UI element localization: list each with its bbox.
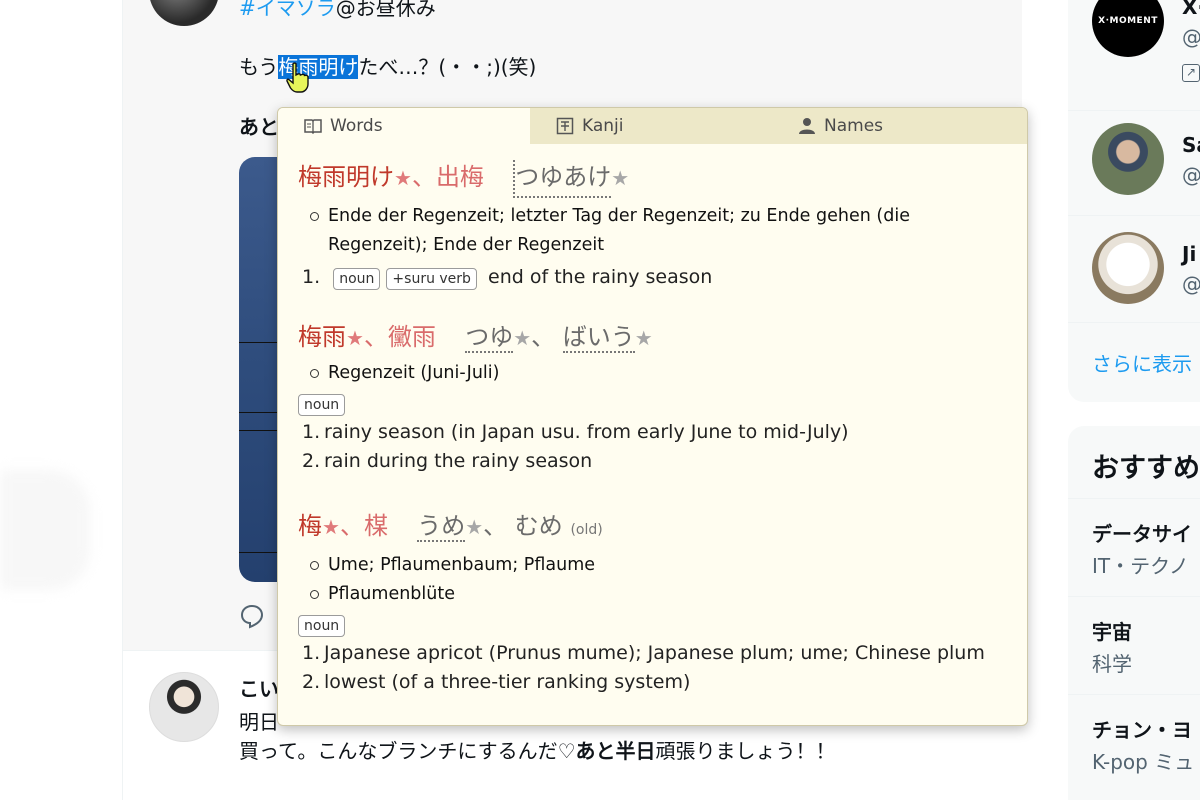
hashtag-link[interactable]: #イマソラ@お昼休み bbox=[239, 0, 436, 21]
entry-headword: 梅★、楳 うめ★、 むめ (old) bbox=[298, 512, 603, 542]
trend-category: IT・テクノ bbox=[1092, 554, 1189, 578]
tab-words-label: Words bbox=[330, 116, 383, 136]
book-icon bbox=[304, 119, 322, 134]
tab-names-label: Names bbox=[824, 116, 884, 136]
english-gloss: 1. rainy season (in Japan usu. from early… bbox=[302, 421, 849, 443]
common-star-icon: ★ bbox=[394, 166, 412, 190]
english-gloss: 1. Japanese apricot (Prunus mume); Japane… bbox=[302, 642, 985, 664]
entry-reading: つゆあけ bbox=[513, 160, 612, 198]
external-link-icon[interactable]: ↗ bbox=[1182, 64, 1200, 82]
pos-row: noun bbox=[298, 394, 1013, 416]
tweet-text: もう梅雨明けたべ…？(・・;)(笑) bbox=[239, 55, 537, 79]
english-gloss: 2. lowest (of a three-tier ranking system… bbox=[302, 671, 691, 693]
english-glosses: 1. rainy season (in Japan usu. from early… bbox=[298, 418, 1013, 476]
sense-row: 1. noun +suru verb end of the rainy seaso… bbox=[298, 266, 1013, 290]
entry-headword: 梅雨★、黴雨 つゆ★、 ばいう★ bbox=[298, 323, 653, 353]
reply-icon[interactable] bbox=[239, 603, 265, 629]
pitch-accent-low: つゆあけ bbox=[513, 160, 612, 198]
dictionary-entry[interactable]: 梅★、楳 うめ★、 むめ (old) Ume; Pflaumenbaum; Pf… bbox=[298, 509, 1013, 697]
english-gloss: end of the rainy season bbox=[488, 266, 713, 288]
divider bbox=[1068, 498, 1200, 499]
german-gloss: Pflaumenblüte bbox=[298, 580, 1013, 609]
popup-tab-bar: Words Kanji Names bbox=[278, 108, 1027, 144]
account-name[interactable]: X· bbox=[1182, 0, 1200, 19]
common-star-icon: ★ bbox=[465, 515, 484, 539]
hand-cursor-icon bbox=[286, 62, 309, 93]
tweet-text: 明日 bbox=[239, 710, 279, 734]
account-handle: @ bbox=[1182, 163, 1200, 187]
avatar[interactable] bbox=[1092, 123, 1164, 195]
german-gloss: Regenzeit (Juni-Juli) bbox=[298, 359, 1013, 388]
person-icon bbox=[799, 118, 815, 134]
pos-tag: noun bbox=[298, 615, 346, 637]
pos-tag: noun bbox=[298, 394, 346, 416]
tab-kanji[interactable]: Kanji bbox=[530, 108, 772, 144]
trend-category: K-pop ミュ bbox=[1092, 750, 1195, 774]
pos-tag: noun bbox=[333, 267, 381, 290]
account-handle: @ bbox=[1182, 272, 1200, 296]
tab-words[interactable]: Words bbox=[278, 108, 530, 144]
german-gloss: Ende der Regenzeit; letzter Tag der Rege… bbox=[298, 202, 938, 260]
tweet-text-bold: あと bbox=[239, 115, 279, 139]
tweet-text: 買って。こんなブランチにするんだ♡あと半日頑張りましょう！！ bbox=[239, 739, 836, 763]
tab-kanji-label: Kanji bbox=[582, 116, 624, 136]
trend-category: 科学 bbox=[1092, 652, 1132, 676]
german-glosses: Regenzeit (Juni-Juli) bbox=[298, 359, 1013, 388]
avatar[interactable] bbox=[149, 672, 219, 742]
trend-name[interactable]: 宇宙 bbox=[1092, 616, 1132, 645]
old-label: (old) bbox=[570, 522, 603, 538]
sense-number: 1. bbox=[302, 266, 321, 288]
right-sidebar: X·MOMENT X· @ ↗ Sa @ Ji @ さらに表示 おすすめ データ… bbox=[1068, 0, 1200, 800]
german-glosses: Ume; Pflaumenbaum; Pflaume Pflaumenblüte bbox=[298, 551, 1013, 609]
common-star-icon: ★ bbox=[611, 166, 630, 190]
left-nav-area bbox=[0, 0, 122, 800]
common-star-icon: ★ bbox=[346, 326, 364, 350]
pos-row: noun bbox=[298, 615, 1013, 637]
blurred-nav-item bbox=[0, 470, 90, 590]
entry-headword: 梅雨明け★、出梅 つゆあけ★ bbox=[298, 160, 1013, 198]
pos-tag: +suru verb bbox=[386, 267, 477, 290]
entry-reading: ばいう bbox=[562, 323, 635, 353]
common-star-icon: ★ bbox=[513, 326, 532, 350]
common-star-icon: ★ bbox=[634, 326, 653, 350]
show-more-link[interactable]: さらに表示 bbox=[1092, 348, 1192, 377]
hashtag-suffix: @お昼休み bbox=[335, 0, 436, 20]
divider bbox=[1068, 110, 1200, 111]
english-gloss: 2. rain during the rainy season bbox=[302, 450, 593, 472]
avatar[interactable] bbox=[1092, 232, 1164, 304]
trends-card: おすすめ データサイ IT・テクノ 宇宙 科学 チョン・ヨ K-pop ミュ bbox=[1068, 426, 1200, 800]
dictionary-entry[interactable]: 梅雨★、黴雨 つゆ★、 ばいう★ Regenzeit (Juni-Juli) n… bbox=[298, 320, 1013, 476]
kanji-icon bbox=[556, 117, 574, 135]
entry-reading: むめ bbox=[514, 512, 563, 540]
account-name[interactable]: Sa bbox=[1182, 133, 1200, 157]
german-glosses: Ende der Regenzeit; letzter Tag der Rege… bbox=[298, 202, 1013, 260]
avatar[interactable]: X·MOMENT bbox=[1092, 0, 1164, 57]
divider bbox=[1068, 596, 1200, 597]
entry-reading: つゆ bbox=[465, 323, 514, 353]
who-to-follow-card: X·MOMENT X· @ ↗ Sa @ Ji @ さらに表示 bbox=[1068, 0, 1200, 402]
entry-reading: うめ bbox=[417, 512, 466, 542]
divider bbox=[1068, 215, 1200, 216]
trend-name[interactable]: データサイ bbox=[1092, 518, 1192, 547]
avatar[interactable] bbox=[149, 0, 219, 26]
trends-heading: おすすめ bbox=[1092, 453, 1200, 484]
tab-names[interactable]: Names bbox=[772, 108, 1027, 144]
divider bbox=[1068, 694, 1200, 695]
dictionary-entry[interactable]: 梅雨明け★、出梅 つゆあけ★ Ende der Regenzeit; letzt… bbox=[298, 160, 1013, 290]
author-name[interactable]: こい bbox=[239, 673, 279, 702]
common-star-icon: ★ bbox=[322, 515, 340, 539]
account-name[interactable]: Ji bbox=[1182, 242, 1196, 266]
dictionary-popup: Words Kanji Names 梅雨明け★、出梅 つゆあけ★ Ende de… bbox=[277, 107, 1028, 726]
trend-name[interactable]: チョン・ヨ bbox=[1092, 714, 1192, 743]
account-handle: @ bbox=[1182, 25, 1200, 49]
english-glosses: 1. Japanese apricot (Prunus mume); Japane… bbox=[298, 639, 1013, 697]
divider bbox=[1068, 322, 1200, 323]
german-gloss: Ume; Pflaumenbaum; Pflaume bbox=[298, 551, 1013, 580]
